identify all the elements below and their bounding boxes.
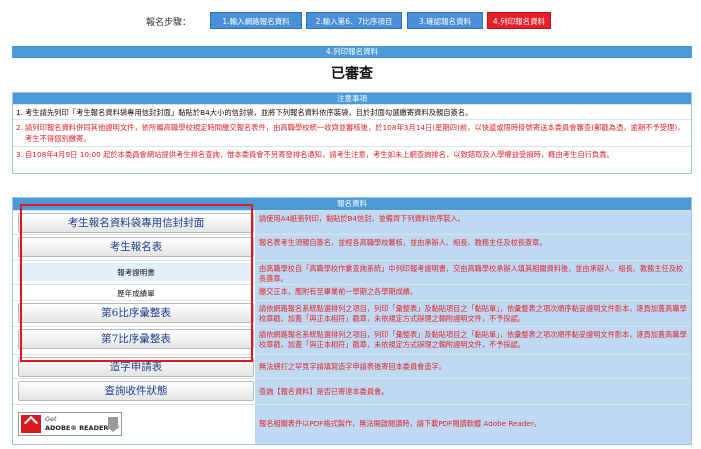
data-heading: 報名資料 [13, 198, 691, 210]
notice-heading: 注意事項 [13, 93, 691, 104]
review-status: 已審查 [331, 66, 373, 82]
notice-text: 請列印報名資料併同其他證明文件，依所屬高職學校規定時間繳交報名表件，由高職學校統… [25, 123, 685, 143]
notice-panel: 注意事項 1. 考生請先列印「考生報名資料袋專用信封封面」黏貼於B4大小的信封袋… [12, 92, 692, 174]
table-row: 報考證明書 由高職學校自「高職學校作業查詢系統」中列印報考證明書，交由高職學校承… [13, 260, 691, 284]
row-description: 由高職學校自「高職學校作業查詢系統」中列印報考證明書，交由高職學校承辦人填其相關… [255, 261, 691, 284]
row-description: 請依網路報名系統點選排列之項目，列印「彙整表」及黏貼項目之「黏貼單」，依彙整表之… [255, 327, 691, 354]
table-row: 考生報名資料袋專用信封封面 請使用A4紙張列印，黏貼於B4信封，並備齊下列資料依… [13, 210, 691, 234]
row-description: 繳交正本，應附有至畢業前一學期之各學期成績。 [255, 285, 691, 300]
adobe-logo-icon [21, 415, 41, 433]
criteria-7-summary-button[interactable]: 第7比序彙整表 [18, 329, 254, 349]
receipt-status-button[interactable]: 查詢收件狀態 [18, 381, 254, 401]
envelope-cover-button[interactable]: 考生報名資料袋專用信封封面 [18, 213, 254, 233]
criteria-6-summary-button[interactable]: 第6比序彙整表 [18, 303, 254, 323]
notice-text: 考生請先列印「考生報名資料袋專用信封封面」黏貼於B4大小的信封袋，並將下列報名資… [25, 108, 473, 117]
registration-data-panel: 報名資料 考生報名資料袋專用信封封面 請使用A4紙張列印，黏貼於B4信封，並備齊… [12, 197, 692, 445]
transcript-label: 歷年成績單 [117, 289, 155, 298]
notice-text: 自108年4月9日 10:00 起於本委員會網站提供考生排名查詢，惟本委員會不另… [25, 150, 614, 159]
table-row: 第6比序彙整表 請依網路報名系統點選排列之項目，列印「彙整表」及黏貼項目之「黏貼… [13, 300, 691, 326]
row-description: 無法繕打之罕見字請填寫造字申請表後寄回本委員會造字。 [255, 355, 691, 378]
row-description: 請依網路報名系統點選排列之項目，列印「彙整表」及黏貼項目之「黏貼單」，依彙整表之… [255, 301, 691, 326]
row-description: 請使用A4紙張列印，黏貼於B4信封，並備齊下列資料依序裝入。 [255, 211, 691, 234]
registration-steps: 報名步驟： 1.輸入網路報名資料 2.輸入第6、7比序項目 3.確認報名資料 4… [0, 12, 701, 32]
step-3-button[interactable]: 3.確認報名資料 [407, 12, 483, 29]
steps-label: 報名步驟： [146, 18, 192, 28]
notice-item: 1. 考生請先列印「考生報名資料袋專用信封封面」黏貼於B4大小的信封袋，並將下列… [13, 104, 691, 119]
table-row: 查詢收件狀態 查詢【報名資料】是否已寄達本委員會。 [13, 378, 691, 404]
step-1-button[interactable]: 1.輸入網路報名資料 [210, 12, 302, 29]
notice-item: 2. 請列印報名資料併同其他證明文件，依所屬高職學校規定時間繳交報名表件，由高職… [13, 119, 691, 146]
table-row: 第7比序彙整表 請依網路報名系統點選排列之項目，列印「彙整表」及黏貼項目之「黏貼… [13, 326, 691, 354]
exam-certificate-label: 報考證明書 [117, 268, 155, 277]
adobe-reader-label: ADOBE® READER® [45, 424, 115, 432]
table-row: 考生報名表 報名表考生須親自簽名，並經各高職學校審核，並由承辦人、組長、教務主任… [13, 234, 691, 260]
character-request-button[interactable]: 造字申請表 [18, 357, 254, 377]
table-row: 造字申請表 無法繕打之罕見字請填寫造字申請表後寄回本委員會造字。 [13, 354, 691, 378]
get-adobe-reader-button[interactable]: Get ADOBE® READER® [18, 412, 122, 436]
table-row: Get ADOBE® READER® 報名相關表件以PDF格式製作，無法開啟閱讀… [13, 404, 691, 444]
download-arrow-icon [106, 417, 120, 432]
notice-item: 3. 自108年4月9日 10:00 起於本委員會網站提供考生排名查詢，惟本委員… [13, 146, 691, 173]
row-description: 報名相關表件以PDF格式製作，無法開啟閱讀時，請下載PDF閱讀軟體 Adobe … [255, 405, 691, 444]
row-description: 報名表考生須親自簽名，並經各高職學校審核，並由承辦人、組長、教務主任及校長簽章。 [255, 235, 691, 260]
step-2-button[interactable]: 2.輸入第6、7比序項目 [306, 12, 402, 29]
step-4-button[interactable]: 4.列印報名資料 [487, 12, 551, 29]
row-description: 查詢【報名資料】是否已寄達本委員會。 [255, 379, 691, 404]
section-title: 4.列印報名資料 [12, 46, 692, 58]
registration-form-button[interactable]: 考生報名表 [18, 237, 254, 257]
table-row: 歷年成績單 繳交正本，應附有至畢業前一學期之各學期成績。 [13, 284, 691, 300]
adobe-get-label: Get [45, 415, 57, 423]
